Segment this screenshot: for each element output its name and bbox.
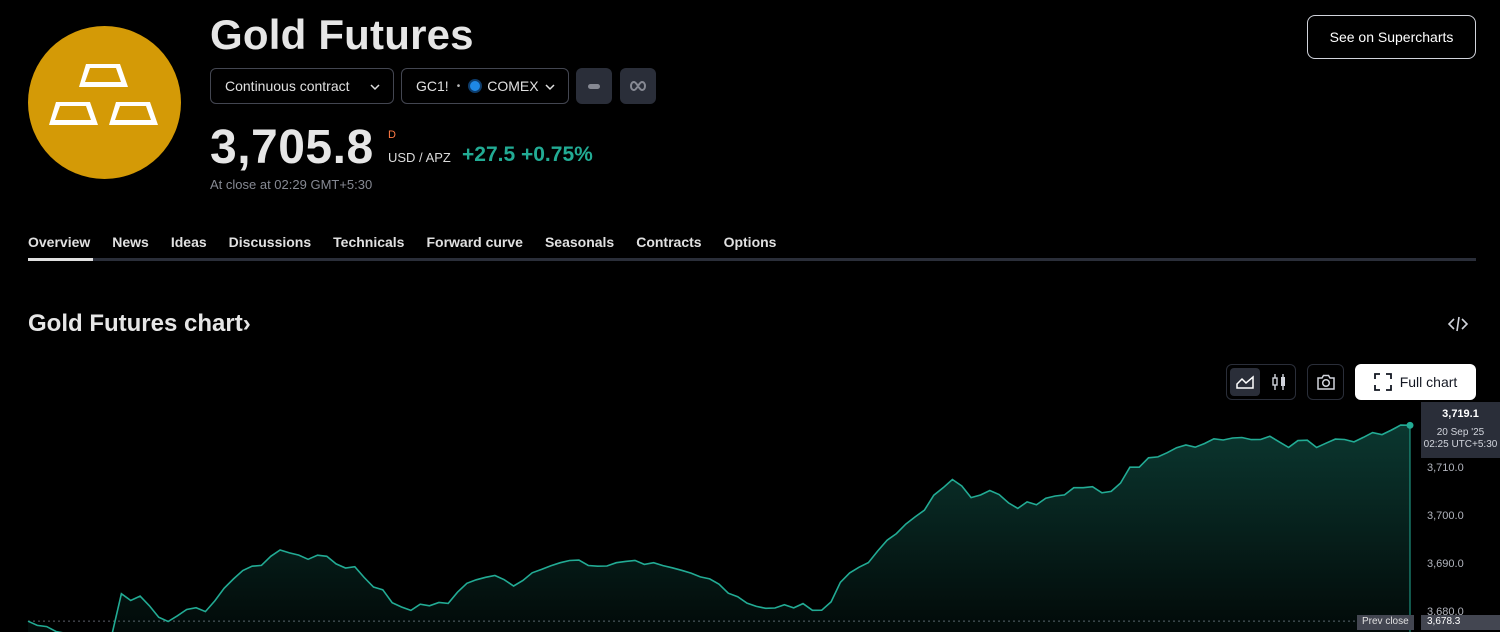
see-on-supercharts-button[interactable]: See on Supercharts	[1307, 15, 1476, 59]
prev-close-value: 3,678.3	[1421, 615, 1500, 630]
chart-section-title[interactable]: Gold Futures chart›	[28, 310, 251, 338]
chevron-down-icon	[370, 84, 380, 91]
embed-code-icon[interactable]	[1447, 313, 1469, 335]
continuous-button[interactable]	[620, 68, 656, 104]
minus-icon	[588, 84, 600, 89]
separator-dot: •	[456, 80, 461, 92]
y-tick-label: 3,700.0	[1427, 510, 1464, 522]
tabs-divider	[28, 258, 1476, 261]
active-tab-indicator	[28, 258, 93, 261]
screenshot-button[interactable]	[1307, 364, 1344, 400]
gold-logo	[28, 26, 181, 179]
currency-label: USD / APZ	[388, 150, 451, 165]
full-chart-label: Full chart	[1399, 374, 1458, 390]
infinity-icon	[630, 80, 646, 92]
price-change: +27.5 +0.75%	[462, 143, 593, 167]
y-tick-label: 3,690.0	[1427, 558, 1464, 570]
full-chart-button[interactable]: Full chart	[1355, 364, 1476, 400]
tab-options[interactable]: Options	[724, 234, 777, 250]
exchange-icon	[468, 79, 483, 93]
area-chart-icon	[1236, 375, 1254, 389]
tooltip-price: 3,719.1	[1442, 408, 1479, 420]
fullscreen-icon	[1373, 373, 1392, 391]
tab-overview[interactable]: Overview	[28, 234, 90, 250]
candlestick-icon	[1272, 374, 1285, 390]
page-title: Gold Futures	[210, 11, 474, 58]
tab-seasonals[interactable]: Seasonals	[545, 234, 614, 250]
last-price: 3,705.8	[210, 121, 374, 174]
candle-chart-button[interactable]	[1264, 368, 1294, 396]
tab-contracts[interactable]: Contracts	[636, 234, 701, 250]
change-abs: +27.5	[462, 143, 516, 166]
chart-style-toggle	[1226, 364, 1296, 400]
tab-ideas[interactable]: Ideas	[171, 234, 207, 250]
tab-discussions[interactable]: Discussions	[229, 234, 311, 250]
exchange-label: COMEX	[487, 78, 539, 94]
tab-technicals[interactable]: Technicals	[333, 234, 404, 250]
line-chart-button[interactable]	[1230, 368, 1260, 396]
change-pct: +0.75%	[520, 143, 593, 166]
symbol-label: GC1!	[416, 78, 449, 94]
close-time: At close at 02:29 GMT+5:30	[210, 177, 373, 192]
minus-button[interactable]	[576, 68, 612, 104]
tooltip-time: 02:25 UTC+5:30	[1423, 439, 1498, 450]
y-tick-label: 3,710.0	[1427, 462, 1464, 474]
contract-select[interactable]: Continuous contract	[210, 68, 394, 104]
chevron-down-icon	[545, 84, 555, 91]
tooltip-date: 20 Sep '25	[1436, 427, 1485, 438]
prev-close-label: Prev close	[1357, 615, 1414, 630]
crosshair-tooltip: 3,719.1 20 Sep '25 02:25 UTC+5:30	[1421, 402, 1500, 458]
price-chart[interactable]	[0, 400, 1500, 632]
tab-forward-curve[interactable]: Forward curve	[426, 234, 522, 250]
tab-news[interactable]: News	[112, 234, 149, 250]
gold-bars-icon	[49, 64, 158, 125]
period-label: D	[388, 129, 396, 141]
tab-bar: Overview News Ideas Discussions Technica…	[28, 234, 776, 250]
symbol-select[interactable]: GC1! • COMEX	[401, 68, 569, 104]
price-area-fill	[28, 425, 1410, 632]
camera-icon	[1316, 374, 1335, 390]
contract-select-label: Continuous contract	[225, 78, 350, 94]
last-point-marker	[1406, 421, 1414, 429]
